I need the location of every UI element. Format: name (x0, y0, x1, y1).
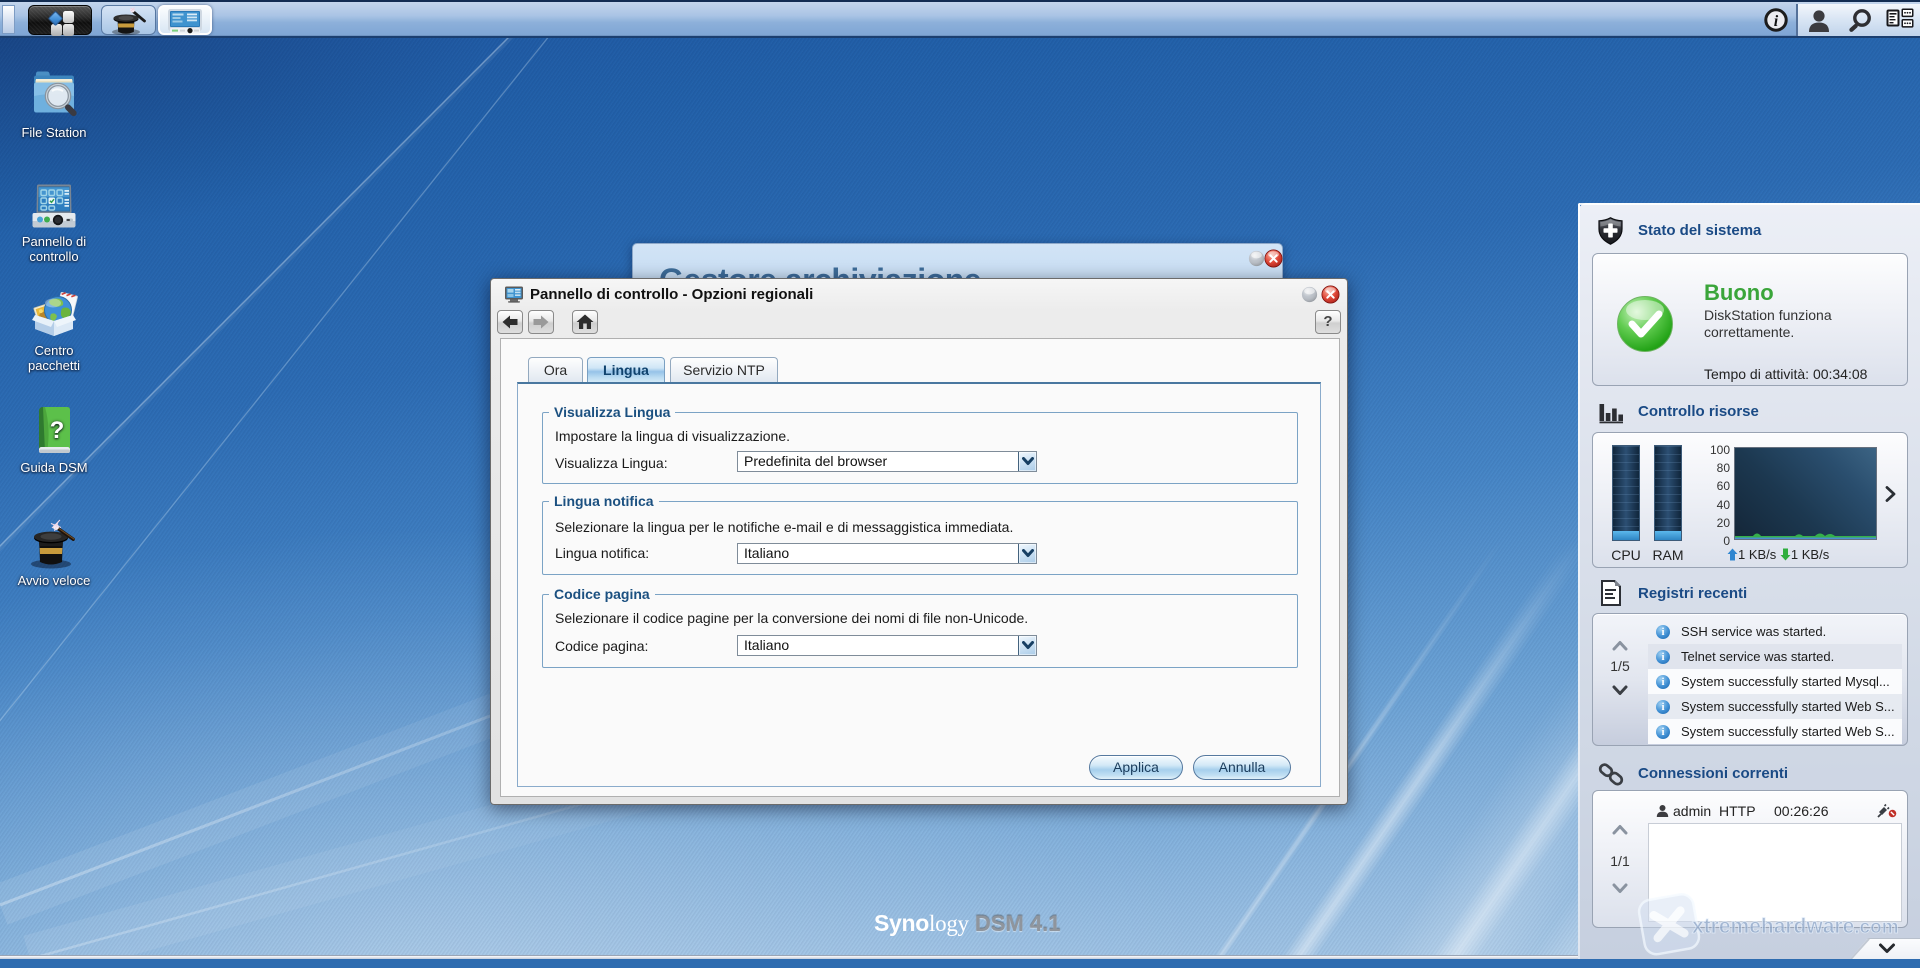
svg-text:xtremehardware.com: xtremehardware.com (1692, 915, 1899, 938)
svg-text:i: i (1774, 13, 1779, 30)
svg-text:?: ? (50, 417, 65, 444)
